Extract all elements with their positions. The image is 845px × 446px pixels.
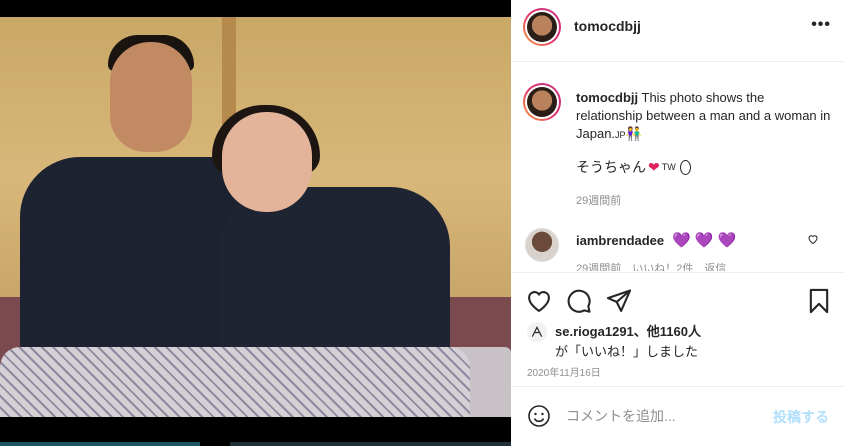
reply-meta[interactable]: 29週間前 いいね！2件 返信 bbox=[576, 260, 726, 271]
likes-count[interactable]: se.rioga1291、他1160人 bbox=[555, 321, 701, 340]
couple-emoji: 👫 bbox=[625, 126, 642, 141]
comment-input[interactable] bbox=[566, 405, 756, 427]
flag-jp: JP bbox=[615, 130, 626, 140]
photo-scene bbox=[0, 17, 511, 417]
likes-suffix: が「いいね！」しました bbox=[555, 344, 699, 359]
red-heart-icon: ❤ bbox=[648, 158, 660, 175]
post-side-panel: tomocdbjj ••• tomocdbjj This photo shows… bbox=[511, 0, 845, 446]
photo-bottom-bar bbox=[0, 417, 511, 446]
bar-segment bbox=[0, 442, 200, 446]
share-icon[interactable] bbox=[605, 287, 633, 315]
action-bar: se.rioga1291、他1160人 が「いいね！」しました 2020年11月… bbox=[511, 272, 845, 382]
reply-username[interactable]: iambrendadee bbox=[576, 233, 664, 248]
bar-segment bbox=[230, 442, 511, 446]
post-button[interactable]: 投稿する bbox=[773, 407, 829, 427]
emoji-icon[interactable] bbox=[527, 404, 551, 428]
woman-face bbox=[222, 112, 312, 212]
photo-top-bar bbox=[0, 0, 511, 17]
liker-avatar[interactable] bbox=[527, 322, 547, 342]
post-photo[interactable] bbox=[0, 0, 511, 446]
caption-time[interactable]: 29週間前 bbox=[576, 192, 621, 208]
more-options-icon[interactable]: ••• bbox=[811, 16, 831, 34]
post-header: tomocdbjj ••• bbox=[511, 0, 845, 62]
caption-avatar[interactable] bbox=[523, 83, 561, 121]
reply-avatar[interactable] bbox=[525, 228, 559, 262]
reply-text: iambrendadee 💜 💜 💜 bbox=[576, 231, 736, 249]
heart-icon[interactable] bbox=[525, 287, 553, 315]
egg-icon bbox=[679, 159, 691, 175]
purple-heart-icon: 💜 bbox=[717, 232, 737, 249]
header-username[interactable]: tomocdbjj bbox=[574, 18, 641, 34]
liker-logo-icon bbox=[531, 326, 543, 337]
flag-tw: TW bbox=[661, 162, 676, 172]
caption-username[interactable]: tomocdbjj bbox=[576, 90, 638, 105]
bookmark-icon[interactable] bbox=[805, 287, 833, 315]
caption-jp-line: そうちゃん ❤ TW bbox=[576, 157, 691, 177]
avatar[interactable] bbox=[523, 8, 561, 46]
comments-list[interactable]: tomocdbjj This photo shows the relations… bbox=[511, 63, 845, 271]
like-heart-icon[interactable] bbox=[807, 233, 819, 245]
caption-text: tomocdbjj This photo shows the relations… bbox=[576, 89, 831, 144]
yukata-legs bbox=[0, 347, 470, 417]
purple-heart-icon: 💜 bbox=[694, 232, 714, 249]
caption-jp-text: そうちゃん bbox=[576, 159, 646, 175]
add-comment-bar: 投稿する bbox=[511, 386, 845, 446]
post-date[interactable]: 2020年11月16日 bbox=[527, 364, 601, 379]
purple-heart-icon: 💜 bbox=[672, 232, 691, 249]
comment-icon[interactable] bbox=[565, 287, 593, 315]
man-face bbox=[110, 42, 192, 152]
